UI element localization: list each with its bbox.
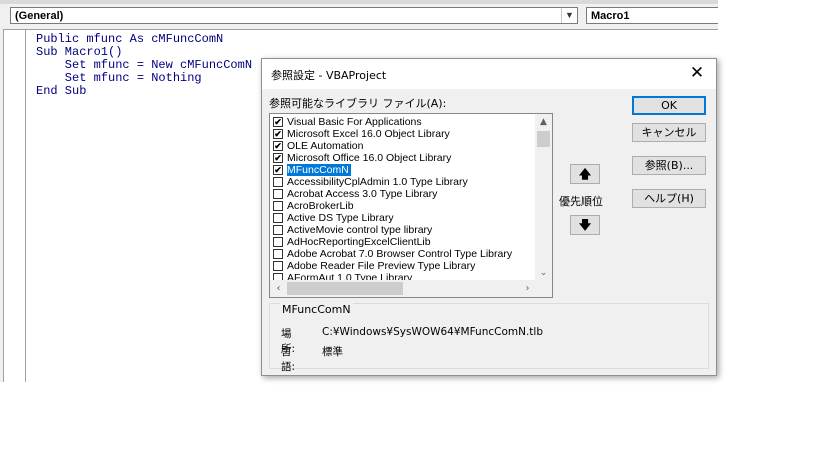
reference-item[interactable]: ActiveMovie control type library xyxy=(273,224,535,236)
object-combo-value: (General) xyxy=(15,10,64,22)
reference-name: Microsoft Excel 16.0 Object Library xyxy=(287,128,450,140)
ok-button[interactable]: OK xyxy=(632,96,706,115)
reference-item[interactable]: Adobe Acrobat 7.0 Browser Control Type L… xyxy=(273,248,535,260)
dialog-titlebar[interactable]: 参照設定 - VBAProject ✕ xyxy=(262,59,716,89)
reference-item[interactable]: ✔ Microsoft Excel 16.0 Object Library xyxy=(273,128,535,140)
vertical-scroll-thumb[interactable] xyxy=(537,131,550,147)
help-button[interactable]: ヘルプ(H) xyxy=(632,189,706,208)
reference-item[interactable]: Active DS Type Library xyxy=(273,212,535,224)
dialog-title: 参照設定 - VBAProject xyxy=(271,69,387,82)
object-combo[interactable]: (General) ▼ xyxy=(10,7,578,24)
references-listbox[interactable]: ✔ Visual Basic For Applications ✔ Microsoft… xyxy=(269,113,553,298)
reference-name: OLE Automation xyxy=(287,140,364,152)
reference-name: MFuncComN xyxy=(286,163,352,177)
reference-name: AccessibilityCplAdmin 1.0 Type Library xyxy=(287,176,468,188)
reference-name: ActiveMovie control type library xyxy=(287,224,433,236)
scrollbar-corner xyxy=(535,280,552,297)
priority-label: 優先順位 xyxy=(559,195,603,208)
scroll-right-icon[interactable]: › xyxy=(519,280,536,297)
arrow-down-icon: 🡇 xyxy=(578,218,592,232)
reference-checkbox[interactable] xyxy=(273,213,283,223)
reference-info-group: MFuncComN 場所: C:¥Windows¥SysWOW64¥MFuncC… xyxy=(269,303,709,373)
scroll-down-icon[interactable]: ⌄ xyxy=(535,265,552,281)
reference-item[interactable]: ✔ MFuncComN xyxy=(273,163,535,177)
reference-name: AdHocReportingExcelClientLib xyxy=(287,236,431,248)
priority-up-button[interactable]: 🡅 xyxy=(570,164,600,184)
reference-item[interactable]: ✔ Microsoft Office 16.0 Object Library xyxy=(273,152,535,164)
available-references-label: 参照可能なライブラリ ファイル(A): xyxy=(269,97,447,110)
browse-button[interactable]: 参照(B)... xyxy=(632,156,706,175)
arrow-up-icon: 🡅 xyxy=(578,167,592,181)
vertical-scrollbar[interactable]: ▲ ⌄ xyxy=(535,114,552,281)
reference-item[interactable]: Acrobat Access 3.0 Type Library xyxy=(273,188,535,200)
reference-checkbox[interactable]: ✔ xyxy=(273,141,283,151)
location-value: C:¥Windows¥SysWOW64¥MFuncComN.tlb xyxy=(322,326,544,338)
horizontal-scrollbar[interactable]: ‹ › xyxy=(270,280,536,297)
procedure-combo[interactable]: Macro1 xyxy=(586,7,718,24)
reference-name: Adobe Reader File Preview Type Library xyxy=(287,260,476,272)
reference-checkbox[interactable]: ✔ xyxy=(273,117,283,127)
reference-item[interactable]: Adobe Reader File Preview Type Library xyxy=(273,260,535,272)
reference-item[interactable]: ✔ OLE Automation xyxy=(273,140,535,152)
reference-checkbox[interactable] xyxy=(273,261,283,271)
scroll-left-icon[interactable]: ‹ xyxy=(270,280,287,297)
reference-name: Adobe Acrobat 7.0 Browser Control Type L… xyxy=(287,248,513,260)
reference-checkbox[interactable] xyxy=(273,177,283,187)
reference-checkbox[interactable] xyxy=(273,225,283,235)
reference-checkbox[interactable] xyxy=(273,189,283,199)
reference-checkbox[interactable]: ✔ xyxy=(273,129,283,139)
code-text[interactable]: Public mfunc As cMFuncComN Sub Macro1() S… xyxy=(36,33,252,98)
reference-name: Visual Basic For Applications xyxy=(287,116,422,128)
horizontal-scroll-thumb[interactable] xyxy=(287,282,403,295)
close-icon[interactable]: ✕ xyxy=(686,62,708,84)
chevron-down-icon[interactable]: ▼ xyxy=(561,8,577,23)
procedure-combo-value: Macro1 xyxy=(591,10,630,22)
reference-name: AcroBrokerLib xyxy=(287,200,354,212)
reference-checkbox[interactable] xyxy=(273,249,283,259)
cancel-button[interactable]: キャンセル xyxy=(632,123,706,142)
reference-item[interactable]: AdHocReportingExcelClientLib xyxy=(273,236,535,248)
language-value: 標準 xyxy=(322,346,343,358)
priority-down-button[interactable]: 🡇 xyxy=(570,215,600,235)
reference-checkbox[interactable] xyxy=(273,237,283,247)
scroll-up-icon[interactable]: ▲ xyxy=(535,114,552,130)
reference-info-title: MFuncComN xyxy=(280,303,353,316)
reference-name: Acrobat Access 3.0 Type Library xyxy=(287,188,438,200)
reference-checkbox[interactable]: ✔ xyxy=(273,153,283,163)
code-line[interactable]: End Sub xyxy=(36,85,252,98)
reference-name: Microsoft Office 16.0 Object Library xyxy=(287,152,452,164)
reference-item[interactable]: AccessibilityCplAdmin 1.0 Type Library xyxy=(273,176,535,188)
language-label: 言語: xyxy=(281,346,296,373)
reference-item[interactable]: AcroBrokerLib xyxy=(273,200,535,212)
reference-name: Active DS Type Library xyxy=(287,212,394,224)
margin-indicator-bar xyxy=(4,30,26,382)
references-dialog: 参照設定 - VBAProject ✕ 参照可能なライブラリ ファイル(A): … xyxy=(261,58,717,376)
reference-item[interactable]: ✔ Visual Basic For Applications xyxy=(273,116,535,128)
editor-top-strip xyxy=(0,0,718,4)
reference-checkbox[interactable] xyxy=(273,201,283,211)
reference-checkbox[interactable]: ✔ xyxy=(273,165,283,175)
